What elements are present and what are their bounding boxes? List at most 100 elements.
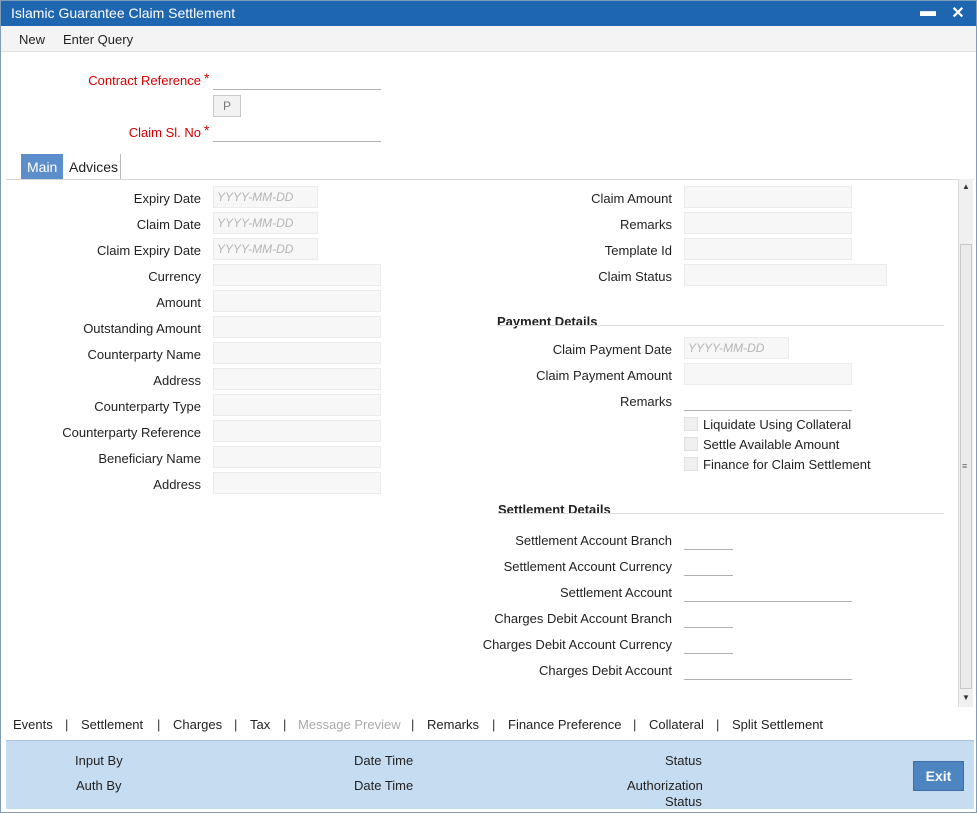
liquidate-using-collateral-label: Liquidate Using Collateral (703, 417, 852, 432)
counterparty-name-input[interactable] (213, 342, 381, 364)
link-separator: | (411, 717, 415, 732)
charges-debit-account-label: Charges Debit Account (539, 663, 672, 678)
claim-payment-amount-input[interactable] (684, 363, 852, 385)
menu-new[interactable]: New (19, 32, 45, 47)
status-label: Status (665, 753, 702, 768)
link-split-settlement[interactable]: Split Settlement (732, 717, 823, 732)
menu-bar: New Enter Query (1, 26, 976, 52)
claim-sl-no-label: Claim Sl. No (128, 125, 201, 140)
link-separator: | (492, 717, 496, 732)
finance-for-claim-settlement-checkbox[interactable] (684, 457, 698, 471)
payment-remarks-input[interactable] (684, 391, 852, 411)
required-marker: * (204, 70, 210, 86)
remarks-label: Remarks (619, 217, 672, 232)
claim-expiry-date-input[interactable] (213, 238, 318, 260)
section-divider (497, 325, 944, 326)
settlement-account-branch-input[interactable] (684, 530, 733, 550)
minimize-icon[interactable]: ▬ (918, 3, 938, 21)
exit-button[interactable]: Exit (913, 761, 964, 791)
settle-available-amount-checkbox[interactable] (684, 437, 698, 451)
beneficiary-address-input[interactable] (213, 472, 381, 494)
link-settlement[interactable]: Settlement (81, 717, 143, 732)
link-separator: | (716, 717, 720, 732)
outstanding-amount-input[interactable] (213, 316, 381, 338)
tab-advices[interactable]: Advices (63, 154, 124, 180)
counterparty-reference-input[interactable] (213, 420, 381, 442)
tab-divider (120, 154, 121, 180)
link-message-preview: Message Preview (298, 717, 401, 732)
charges-debit-account-currency-input[interactable] (684, 634, 733, 654)
link-tax[interactable]: Tax (250, 717, 270, 732)
input-date-time-label: Date Time (354, 753, 414, 768)
claim-date-label: Claim Date (136, 217, 201, 232)
link-separator: | (633, 717, 637, 732)
template-id-input[interactable] (684, 238, 852, 260)
charges-debit-account-currency-label: Charges Debit Account Currency (482, 637, 672, 652)
auth-date-time-label: Date Time (354, 778, 414, 793)
outstanding-amount-label: Outstanding Amount (83, 321, 201, 336)
grip-icon: ≡ (962, 461, 968, 471)
authorization-status-label: Status (665, 794, 702, 809)
close-icon[interactable]: ✕ (948, 3, 968, 23)
beneficiary-name-label: Beneficiary Name (98, 451, 201, 466)
amount-input[interactable] (213, 290, 381, 312)
expiry-date-label: Expiry Date (133, 191, 201, 206)
claim-sl-no-input[interactable] (213, 122, 381, 142)
address-input[interactable] (213, 368, 381, 390)
p-button[interactable]: P (213, 95, 241, 117)
claim-payment-amount-label: Claim Payment Amount (536, 368, 672, 383)
app-window: Islamic Guarantee Claim Settlement ▬ ✕ N… (0, 0, 977, 813)
beneficiary-address-label: Address (153, 477, 201, 492)
link-separator: | (157, 717, 161, 732)
auth-by-label: Auth By (76, 778, 122, 793)
finance-for-claim-settlement-label: Finance for Claim Settlement (703, 457, 871, 472)
counterparty-type-input[interactable] (213, 394, 381, 416)
link-separator: | (283, 717, 287, 732)
title-bar: Islamic Guarantee Claim Settlement ▬ ✕ (1, 1, 976, 26)
claim-payment-date-label: Claim Payment Date (552, 342, 672, 357)
link-charges[interactable]: Charges (173, 717, 222, 732)
settle-available-amount-label: Settle Available Amount (703, 437, 840, 452)
claim-payment-date-input[interactable] (684, 337, 789, 359)
address-label: Address (153, 373, 201, 388)
scroll-down-icon[interactable]: ▼ (962, 693, 970, 702)
scroll-up-icon[interactable]: ▲ (962, 182, 970, 191)
currency-label: Currency (148, 269, 201, 284)
link-events[interactable]: Events (13, 717, 53, 732)
claim-date-input[interactable] (213, 212, 318, 234)
charges-debit-account-branch-label: Charges Debit Account Branch (494, 611, 672, 626)
contract-reference-input[interactable] (213, 70, 381, 90)
audit-footer: Input By Auth By Date Time Date Time Sta… (6, 740, 974, 809)
authorization-label: Authorization (627, 778, 703, 793)
tab-main[interactable]: Main (21, 154, 64, 180)
claim-status-input[interactable] (684, 264, 887, 286)
action-link-bar: Events | Settlement | Charges | Tax | Me… (6, 709, 974, 739)
liquidate-using-collateral-checkbox[interactable] (684, 417, 698, 431)
counterparty-type-label: Counterparty Type (94, 399, 201, 414)
currency-input[interactable] (213, 264, 381, 286)
expiry-date-input[interactable] (213, 186, 318, 208)
link-finance-preference[interactable]: Finance Preference (508, 717, 621, 732)
charges-debit-account-branch-input[interactable] (684, 608, 733, 628)
amount-label: Amount (156, 295, 201, 310)
remarks-input[interactable] (684, 212, 852, 234)
menu-enter-query[interactable]: Enter Query (63, 32, 133, 47)
template-id-label: Template Id (604, 243, 672, 258)
settlement-account-currency-label: Settlement Account Currency (503, 559, 672, 574)
link-remarks[interactable]: Remarks (427, 717, 479, 732)
payment-remarks-label: Remarks (619, 394, 672, 409)
beneficiary-name-input[interactable] (213, 446, 381, 468)
claim-status-label: Claim Status (598, 269, 672, 284)
charges-debit-account-input[interactable] (684, 660, 852, 680)
settlement-account-label: Settlement Account (559, 585, 672, 600)
link-collateral[interactable]: Collateral (649, 717, 704, 732)
vertical-scrollbar[interactable]: ▲ ≡ ▼ (958, 179, 973, 707)
required-marker: * (204, 122, 210, 138)
settlement-account-input[interactable] (684, 582, 852, 602)
claim-amount-input[interactable] (684, 186, 852, 208)
contract-reference-label: Contract Reference (88, 73, 201, 88)
settlement-details-title: Settlement Details (498, 502, 611, 517)
claim-amount-label: Claim Amount (591, 191, 672, 206)
input-by-label: Input By (75, 753, 123, 768)
settlement-account-currency-input[interactable] (684, 556, 733, 576)
